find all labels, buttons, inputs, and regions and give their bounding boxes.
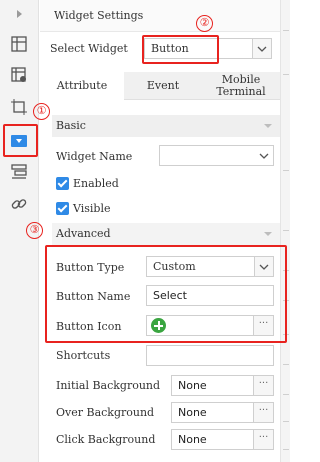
initial-background-field[interactable]: None ··· <box>171 375 274 396</box>
section-advanced-title: Advanced <box>56 227 111 240</box>
widget-name-field[interactable] <box>159 145 274 166</box>
enabled-checkbox[interactable] <box>56 177 69 190</box>
highlight-box-step1 <box>3 124 38 157</box>
click-background-label: Click Background <box>56 433 156 446</box>
visible-label: Visible <box>73 202 111 215</box>
collapse-caret-icon[interactable] <box>264 124 272 128</box>
over-background-label: Over Background <box>56 406 155 419</box>
strip-tick <box>283 230 289 231</box>
settings-tabs: Attribute Event Mobile Terminal <box>40 72 280 100</box>
click-background-value: None <box>178 433 207 446</box>
step2-badge: ② <box>196 15 213 32</box>
step3-badge: ③ <box>26 222 43 239</box>
initial-background-value: None <box>178 379 207 392</box>
tab-event[interactable]: Event <box>124 72 202 100</box>
click-background-field[interactable]: None ··· <box>171 429 274 450</box>
browse-click-background-button[interactable]: ··· <box>253 430 273 449</box>
link-icon[interactable] <box>10 195 28 213</box>
strip-tick <box>283 30 289 31</box>
layout-grid-icon[interactable] <box>10 35 28 53</box>
strip-tick <box>283 449 289 450</box>
panel-title: Widget Settings <box>54 9 144 22</box>
strip-tick <box>283 364 289 365</box>
table-settings-icon[interactable] <box>10 66 28 84</box>
browse-initial-background-button[interactable]: ··· <box>253 376 273 395</box>
frame-icon[interactable] <box>10 98 28 116</box>
strip-tick <box>283 74 289 75</box>
shortcuts-input[interactable] <box>146 345 274 366</box>
enabled-label: Enabled <box>73 177 119 190</box>
collapse-caret-icon[interactable] <box>264 232 272 236</box>
tab-attribute[interactable]: Attribute <box>40 72 124 100</box>
highlight-box-step2 <box>142 35 219 64</box>
tab-mobile-terminal[interactable]: Mobile Terminal <box>202 72 280 100</box>
browse-over-background-button[interactable]: ··· <box>253 403 273 422</box>
scroll-strip[interactable] <box>280 0 290 462</box>
form-layout-icon[interactable] <box>10 163 28 181</box>
widget-settings-panel: Widget Settings Select Widget Button Att… <box>40 0 280 462</box>
chevron-down-icon[interactable] <box>254 146 273 165</box>
shortcuts-label: Shortcuts <box>56 349 111 362</box>
section-advanced[interactable]: Advanced <box>52 223 280 245</box>
initial-background-label: Initial Background <box>56 379 161 392</box>
select-widget-label: Select Widget <box>50 42 128 55</box>
over-background-value: None <box>178 406 207 419</box>
step1-badge: ① <box>33 103 50 120</box>
panel-header: Widget Settings <box>40 0 280 32</box>
expand-arrow-icon[interactable] <box>10 5 28 23</box>
chevron-down-icon[interactable] <box>252 39 271 58</box>
over-background-field[interactable]: None ··· <box>171 402 274 423</box>
section-basic-title: Basic <box>56 119 86 132</box>
highlight-box-step3 <box>45 245 287 343</box>
strip-tick <box>283 421 289 422</box>
strip-tick <box>283 394 289 395</box>
section-basic[interactable]: Basic <box>52 115 280 137</box>
strip-tick <box>283 170 289 171</box>
widget-name-label: Widget Name <box>56 150 133 163</box>
visible-checkbox[interactable] <box>56 202 69 215</box>
